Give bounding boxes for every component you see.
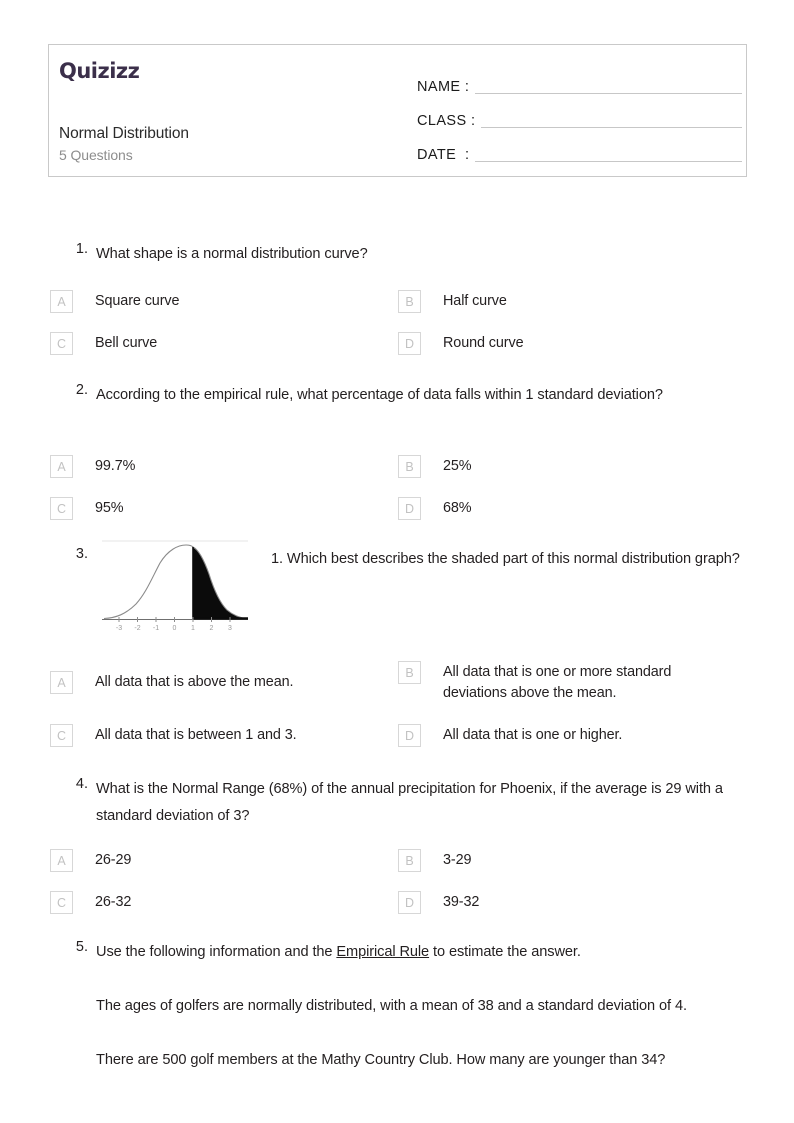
option-letter-b: B <box>398 455 421 478</box>
student-info-fields: NAME : CLASS : DATE : <box>417 63 742 165</box>
option-text-d: 68% <box>443 500 472 516</box>
question-4-option-d[interactable]: D 39-32 <box>398 890 743 914</box>
option-letter-b: B <box>398 661 421 684</box>
option-letter-d: D <box>398 332 421 355</box>
option-letter-b: B <box>398 849 421 872</box>
question-5-paragraph-3: There are 500 golf members at the Mathy … <box>96 1052 666 1068</box>
question-5-text: Use the following information and the Em… <box>96 939 751 1074</box>
class-field-label: CLASS : <box>417 113 476 129</box>
question-3-number: 3. <box>75 546 88 562</box>
svg-text:3: 3 <box>228 625 232 632</box>
option-letter-a: A <box>50 849 73 872</box>
option-letter-b: B <box>398 290 421 313</box>
option-text-c: Bell curve <box>95 335 158 351</box>
question-1-option-c[interactable]: C Bell curve <box>50 331 390 355</box>
option-text-b: 25% <box>443 458 472 474</box>
option-text-d: Round curve <box>443 335 524 351</box>
question-4-number: 4. <box>75 776 88 792</box>
name-field-label: NAME : <box>417 79 470 95</box>
date-input-line[interactable] <box>475 161 742 162</box>
option-text-a: All data that is above the mean. <box>95 674 294 690</box>
svg-text:1: 1 <box>191 625 195 632</box>
class-field-row: CLASS : <box>417 97 742 131</box>
option-text-a: Square curve <box>95 293 180 309</box>
class-input-line[interactable] <box>481 127 742 128</box>
option-letter-a: A <box>50 455 73 478</box>
option-text-c: All data that is between 1 and 3. <box>95 727 297 743</box>
question-2-option-c[interactable]: C 95% <box>50 496 390 520</box>
question-4-option-a[interactable]: A 26-29 <box>50 848 390 872</box>
name-input-line[interactable] <box>475 93 742 94</box>
question-3-option-b[interactable]: B All data that is one or more standard … <box>398 660 743 704</box>
question-2-text: According to the empirical rule, what pe… <box>96 387 663 403</box>
question-1-number: 1. <box>75 241 88 257</box>
question-2-number: 2. <box>75 382 88 398</box>
question-count-label: 5 Questions <box>59 147 133 163</box>
option-letter-d: D <box>398 891 421 914</box>
question-5-paragraph-2: The ages of golfers are normally distrib… <box>96 998 687 1014</box>
option-letter-d: D <box>398 497 421 520</box>
question-2-option-a[interactable]: A 99.7% <box>50 454 390 478</box>
option-text-b: 3-29 <box>443 852 472 868</box>
option-letter-a: A <box>50 671 73 694</box>
option-letter-c: C <box>50 724 73 747</box>
option-text-c: 95% <box>95 500 124 516</box>
question-3-text: 1. Which best describes the shaded part … <box>271 551 740 567</box>
option-text-a: 26-29 <box>95 852 132 868</box>
normal-distribution-graph: -3 -2 -1 0 1 2 3 <box>96 538 254 632</box>
option-text-a: 99.7% <box>95 458 136 474</box>
worksheet-page: Quizizz Normal Distribution 5 Questions … <box>0 0 794 1123</box>
option-text-d: 39-32 <box>443 894 480 910</box>
question-5-number: 5. <box>75 939 88 955</box>
option-letter-c: C <box>50 891 73 914</box>
question-4-option-b[interactable]: B 3-29 <box>398 848 743 872</box>
date-field-label: DATE : <box>417 147 470 163</box>
question-3-option-d[interactable]: D All data that is one or higher. <box>398 723 743 747</box>
page-title: Normal Distribution <box>59 125 189 142</box>
header-left: Quizizz Normal Distribution 5 Questions <box>59 45 419 176</box>
date-field-row: DATE : <box>417 131 742 165</box>
option-letter-c: C <box>50 332 73 355</box>
question-2-option-d[interactable]: D 68% <box>398 496 743 520</box>
q5-p1-before: Use the following information and the <box>96 944 337 960</box>
question-4-text: What is the Normal Range (68%) of the an… <box>96 781 723 824</box>
option-letter-a: A <box>50 290 73 313</box>
question-1-text: What shape is a normal distribution curv… <box>96 246 368 262</box>
question-1-option-b[interactable]: B Half curve <box>398 289 743 313</box>
svg-text:2: 2 <box>210 625 214 632</box>
question-3-option-c[interactable]: C All data that is between 1 and 3. <box>50 723 390 747</box>
empirical-rule-link[interactable]: Empirical Rule <box>336 944 429 960</box>
quizizz-logo: Quizizz <box>59 59 140 83</box>
q5-p1-after: to estimate the answer. <box>429 944 581 960</box>
option-text-c: 26-32 <box>95 894 132 910</box>
option-letter-d: D <box>398 724 421 747</box>
question-4-option-c[interactable]: C 26-32 <box>50 890 390 914</box>
question-1-option-d[interactable]: D Round curve <box>398 331 743 355</box>
svg-text:-2: -2 <box>134 625 140 632</box>
question-2-option-b[interactable]: B 25% <box>398 454 743 478</box>
svg-text:-3: -3 <box>116 625 122 632</box>
svg-text:0: 0 <box>173 625 177 632</box>
name-field-row: NAME : <box>417 63 742 97</box>
svg-text:-1: -1 <box>153 625 159 632</box>
option-text-b: Half curve <box>443 293 507 309</box>
normal-curve-svg: -3 -2 -1 0 1 2 3 <box>102 540 249 632</box>
curve-outline <box>103 544 249 620</box>
question-1-option-a[interactable]: A Square curve <box>50 289 390 313</box>
option-letter-c: C <box>50 497 73 520</box>
question-5-paragraph-1: Use the following information and the Em… <box>96 939 751 966</box>
worksheet-header: Quizizz Normal Distribution 5 Questions … <box>48 44 747 177</box>
option-text-d: All data that is one or higher. <box>443 727 623 743</box>
shaded-region <box>193 547 248 619</box>
option-text-b: All data that is one or more standard de… <box>443 664 672 701</box>
question-3-option-a[interactable]: A All data that is above the mean. <box>50 670 390 694</box>
